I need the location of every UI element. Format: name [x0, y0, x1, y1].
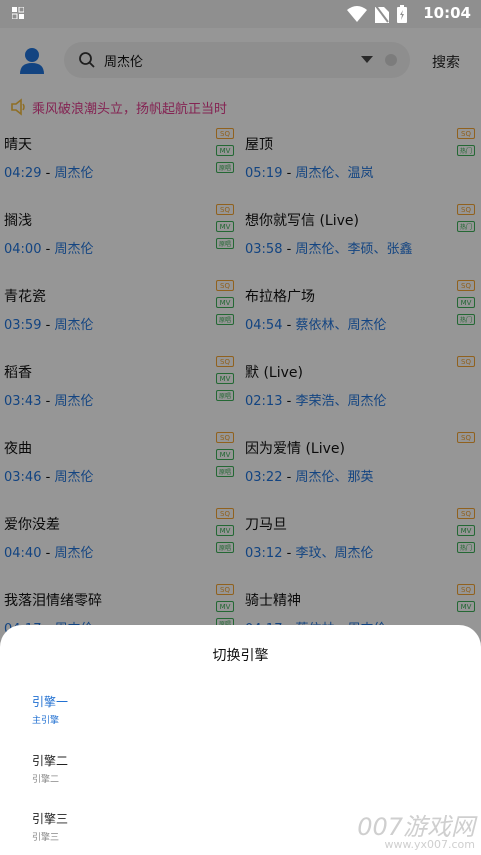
notification-icon	[12, 7, 24, 19]
engine-option-name: 引擎三	[32, 812, 69, 826]
engine-option-1[interactable]: 引擎一 主引擎	[32, 693, 68, 726]
wifi-icon	[347, 6, 367, 22]
engine-option-3[interactable]: 引擎三 引擎三	[32, 810, 68, 843]
no-sim-icon	[375, 5, 389, 23]
engine-option-2[interactable]: 引擎二 引擎二	[32, 752, 68, 785]
sheet-title: 切换引擎	[212, 648, 269, 664]
status-bar: 10:04	[0, 0, 481, 28]
engine-option-name: 引擎二	[32, 754, 69, 768]
battery-icon	[397, 5, 407, 23]
engine-option-name: 引擎一	[32, 695, 69, 709]
engine-option-sub: 主引擎	[32, 716, 60, 726]
watermark-logo: 007游戏网	[357, 813, 475, 841]
engine-option-sub: 引擎三	[32, 833, 60, 843]
clock: 10:04	[423, 4, 471, 22]
watermark: 007游戏网 www.yx007.com	[357, 807, 475, 851]
engine-option-sub: 引擎二	[32, 775, 60, 785]
engine-switch-sheet: 切换引擎 引擎一 主引擎 引擎二 引擎二 引擎三 引擎三 007游戏网 www.…	[0, 625, 481, 855]
